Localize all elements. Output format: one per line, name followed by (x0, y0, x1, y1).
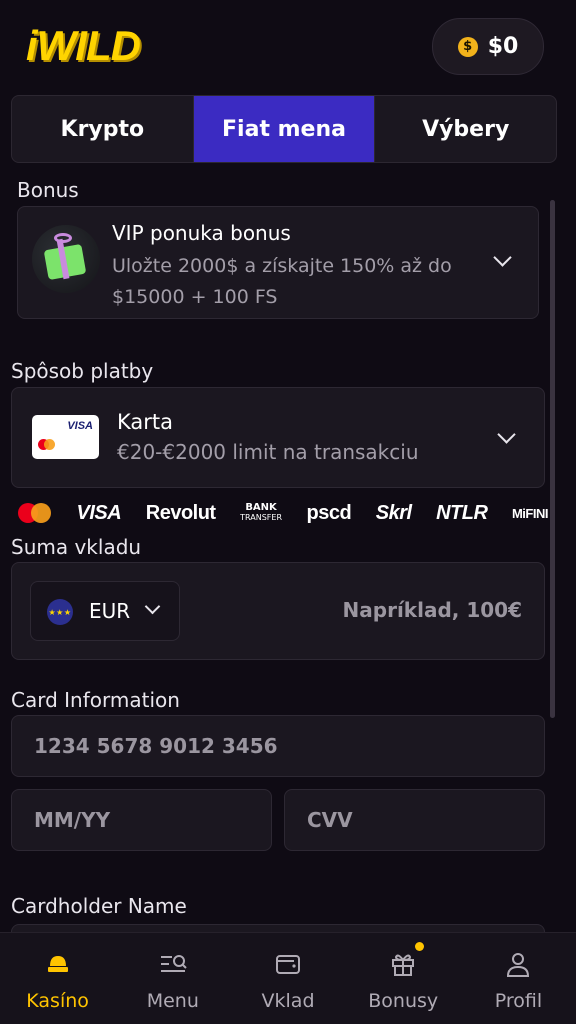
scrollbar[interactable] (550, 200, 555, 718)
visa-logo: VISA (76, 501, 122, 524)
menu-search-icon (158, 949, 188, 979)
skrill-logo: Skrl (375, 501, 412, 524)
payment-method-selector[interactable]: VISA Karta €20-€2000 limit na transakciu (11, 387, 545, 488)
cvv-placeholder: CVV (307, 808, 353, 832)
visa-text: VISA (67, 420, 93, 432)
amount-placeholder: Napríklad, 100€ (342, 598, 522, 622)
bottom-navigation: Kasíno Menu Vklad Bonusy Profil (0, 932, 576, 1024)
bank-text: BANK (245, 502, 277, 513)
mifinity-logo: MiFINI (511, 505, 549, 521)
bonus-description: Uložte 2000$ a získajte 150% až do $1500… (112, 255, 452, 308)
nav-label: Kasíno (26, 990, 89, 1012)
nav-label: Vklad (261, 990, 315, 1012)
paysafecard-logo: pscd (306, 501, 352, 524)
user-icon (503, 949, 533, 979)
chevron-down-icon (497, 425, 516, 444)
expiry-input[interactable]: MM/YY (11, 789, 272, 851)
bank-transfer-logo: BANK TRANSFER (240, 503, 282, 523)
currency-select[interactable]: ★★★ EUR (30, 581, 180, 641)
casino-icon (43, 949, 73, 979)
card-information-label: Card Information (11, 688, 180, 712)
bonus-label: Bonus (17, 178, 79, 202)
deposit-amount-label: Suma vkladu (11, 535, 142, 559)
card-number-input[interactable]: 1234 5678 9012 3456 (11, 715, 545, 777)
mastercard-logo-icon (18, 502, 52, 524)
currency-value: EUR (89, 599, 131, 623)
nav-label: Profil (494, 990, 543, 1012)
tab-fiat-mena[interactable]: Fiat mena (192, 96, 375, 162)
coin-icon: $ (457, 36, 478, 57)
tab-vybery[interactable]: Výbery (374, 96, 556, 162)
cardholder-name-label: Cardholder Name (11, 894, 187, 918)
payment-logos: VISA Revolut BANK TRANSFER pscd Skrl NTL… (18, 498, 548, 528)
notification-dot (414, 942, 424, 951)
nav-label: Bonusy (368, 990, 439, 1012)
logo[interactable]: iWILD (26, 22, 141, 70)
nav-profil[interactable]: Profil (461, 933, 576, 1024)
transfer-text: TRANSFER (240, 513, 282, 522)
nav-bonusy[interactable]: Bonusy (346, 933, 461, 1024)
payment-method-name: Karta (117, 410, 174, 434)
payment-tabs: Krypto Fiat mena Výbery (11, 95, 557, 163)
card-icon: VISA (32, 415, 99, 459)
payment-method-limit: €20-€2000 limit na transakciu (117, 440, 419, 464)
mastercard-orange-circle (44, 439, 55, 450)
tab-krypto[interactable]: Krypto (12, 96, 193, 162)
gift-image (32, 225, 100, 293)
nav-label: Menu (146, 990, 199, 1012)
wallet-icon (273, 949, 303, 979)
header: iWILD $ $0 (0, 0, 576, 96)
deposit-amount-field[interactable]: ★★★ EUR Napríklad, 100€ (11, 562, 545, 660)
expiry-placeholder: MM/YY (34, 808, 111, 832)
revolut-logo: Revolut (145, 501, 216, 524)
card-number-placeholder: 1234 5678 9012 3456 (34, 734, 278, 758)
gift-icon (388, 949, 418, 979)
balance-amount: $0 (487, 34, 519, 59)
chevron-down-icon (144, 598, 161, 615)
nav-vklad[interactable]: Vklad (230, 933, 345, 1024)
eu-flag-icon: ★★★ (47, 599, 73, 625)
balance-button[interactable]: $ $0 (432, 18, 544, 75)
neteller-logo: NTLR (436, 501, 488, 524)
nav-kasino[interactable]: Kasíno (0, 933, 115, 1024)
gift-bow-shape (54, 233, 72, 243)
bonus-selector[interactable]: VIP ponuka bonus Uložte 2000$ a získajte… (17, 206, 539, 319)
chevron-down-icon (493, 248, 512, 267)
cvv-input[interactable]: CVV (284, 789, 545, 851)
scrollbar-thumb[interactable] (550, 200, 555, 718)
payment-method-label: Spôsob platby (11, 359, 154, 383)
bonus-title: VIP ponuka bonus (112, 221, 291, 245)
nav-menu[interactable]: Menu (115, 933, 230, 1024)
